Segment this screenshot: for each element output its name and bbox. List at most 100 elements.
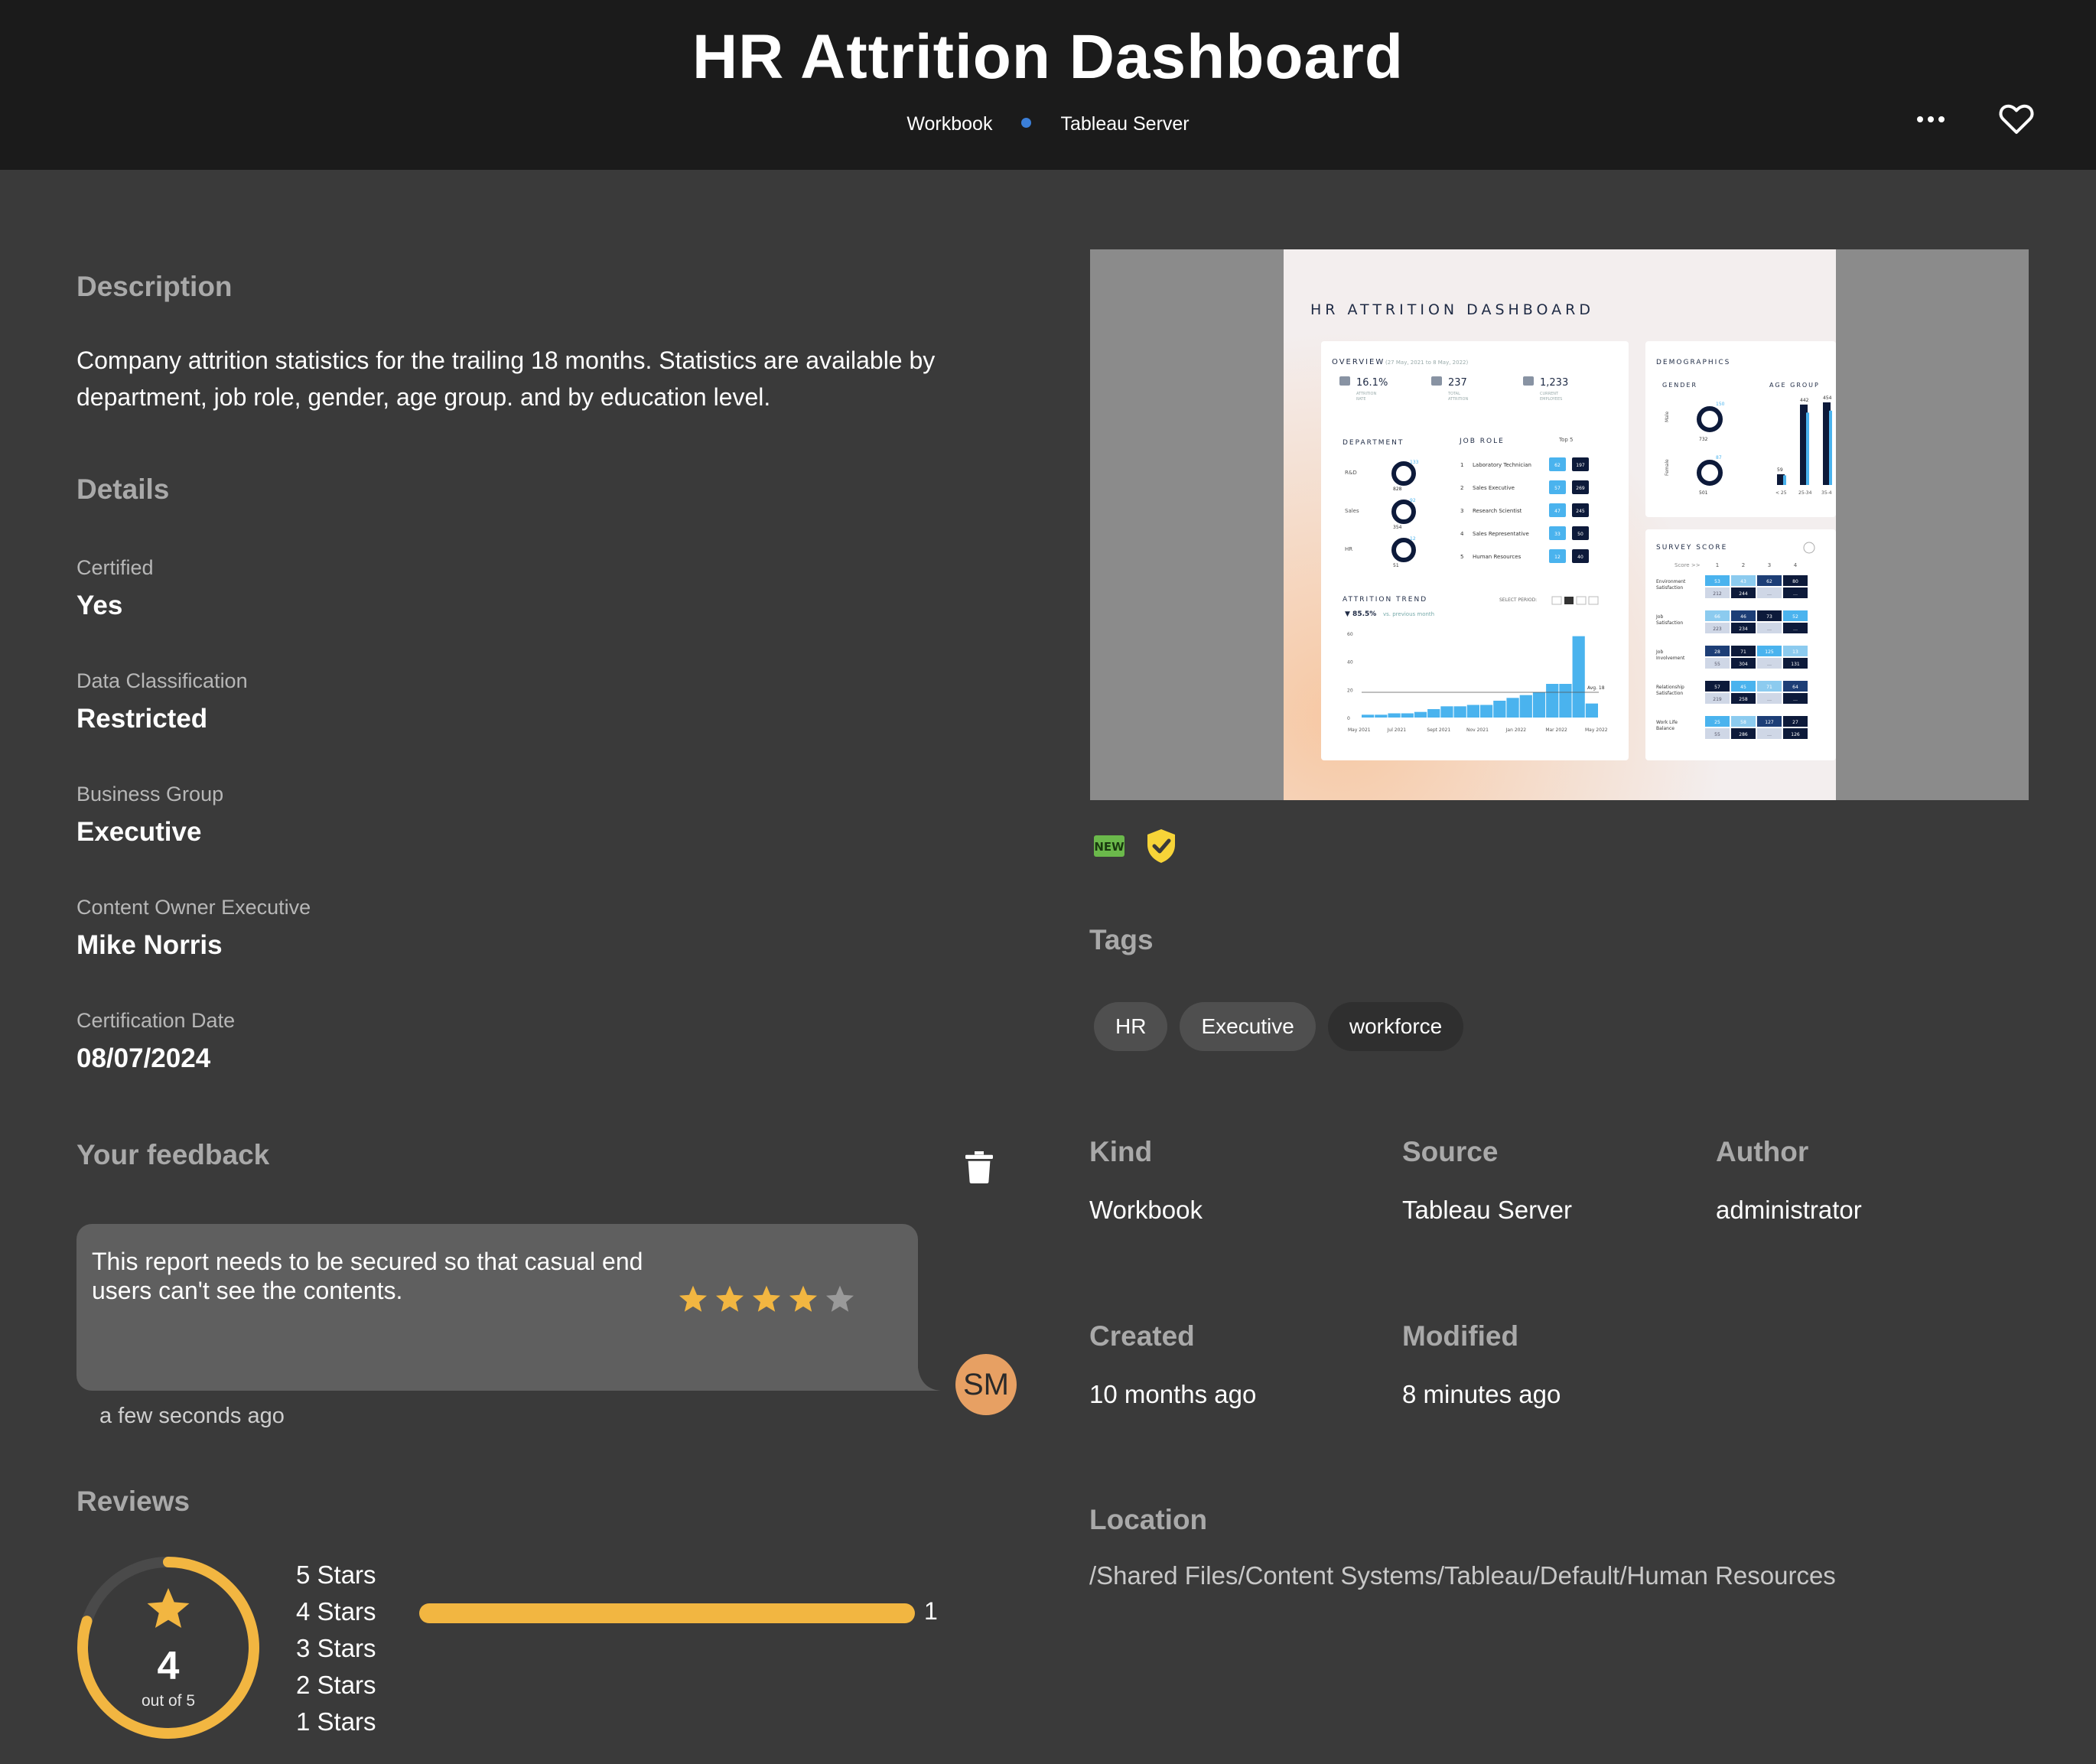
- user-avatar[interactable]: SM: [955, 1354, 1017, 1415]
- kpi-label: CURRENT: [1540, 392, 1559, 396]
- role-name: Sales Representative: [1473, 531, 1529, 537]
- tag-chip[interactable]: HR: [1094, 1002, 1168, 1051]
- trend-bar: [1375, 714, 1388, 718]
- trend-bar: [1506, 698, 1519, 718]
- survey-row-name: Job: [1655, 649, 1663, 655]
- average-rating-star-icon: [147, 1588, 190, 1628]
- role-rank: 3: [1460, 508, 1463, 514]
- preview-survey-scale: Score >>: [1675, 562, 1701, 568]
- certified-value: Yes: [76, 591, 123, 620]
- survey-cell-value: 286: [1739, 732, 1748, 737]
- survey-column: 2: [1742, 562, 1745, 568]
- gender-headcount: 732: [1699, 437, 1708, 442]
- department-attrition: 12: [1410, 536, 1416, 542]
- star-icon: [715, 1285, 744, 1312]
- trend-x-tick: Mar 2022: [1545, 727, 1567, 733]
- location-path-link[interactable]: /Shared Files/Content Systems/Tableau/De…: [1089, 1561, 1836, 1590]
- survey-cell-value: 45: [1740, 685, 1746, 690]
- department-headcount: 828: [1393, 487, 1402, 492]
- survey-row-name: Environment: [1656, 579, 1686, 584]
- trend-bar: [1453, 706, 1466, 718]
- trend-x-tick: May 2021: [1348, 727, 1371, 733]
- survey-cell-value: 13: [1792, 649, 1798, 655]
- gender-attrition: 87: [1716, 455, 1722, 461]
- business-group-label: Business Group: [76, 783, 224, 806]
- survey-cell-value: 223: [1713, 627, 1722, 632]
- preview-demographics-label: DEMOGRAPHICS: [1656, 359, 1730, 366]
- survey-row-name: Satisfaction: [1656, 620, 1683, 626]
- role-headcount-value: 50: [1577, 532, 1583, 537]
- more-options-icon[interactable]: [1912, 104, 1949, 135]
- survey-cell-value: 131: [1791, 662, 1800, 667]
- average-rating-scale: out of 5: [141, 1692, 196, 1710]
- preview-department-label: DEPARTMENT: [1343, 439, 1404, 447]
- age-label: 25-34: [1798, 490, 1812, 496]
- page-title: HR Attrition Dashboard: [692, 22, 1404, 92]
- survey-cell-value: 219: [1713, 697, 1722, 702]
- role-headcount-value: 197: [1576, 463, 1585, 468]
- trend-bar: [1440, 706, 1453, 718]
- age-value: 442: [1800, 398, 1809, 403]
- feedback-timestamp: a few seconds ago: [99, 1404, 285, 1428]
- preview-trend-change: ▼ 85.5%: [1345, 610, 1376, 618]
- kpi-label: TOTAL: [1447, 392, 1460, 396]
- role-attrition-value: 62: [1554, 463, 1561, 468]
- survey-cell-value: 73: [1766, 614, 1772, 620]
- role-headcount-value: 40: [1577, 555, 1583, 560]
- feedback-comment-bubble: This report needs to be secured so that …: [76, 1224, 918, 1391]
- survey-cell-value: 43: [1740, 579, 1746, 584]
- survey-cell-value: …: [1767, 627, 1772, 632]
- modified-heading: Modified: [1402, 1320, 1519, 1352]
- bubble-tail: [910, 1368, 941, 1391]
- feedback-line: This report needs to be secured so that …: [92, 1248, 643, 1275]
- content-owner-label: Content Owner Executive: [76, 896, 311, 919]
- survey-cell-value: 55: [1714, 662, 1720, 667]
- survey-cell-value: 244: [1739, 591, 1748, 597]
- feedback-line: users can't see the contents.: [92, 1277, 403, 1304]
- survey-cell-value: 304: [1739, 662, 1748, 667]
- workbook-thumbnail[interactable]: HR ATTRITION DASHBOARD OVERVIEW (27 May,…: [1090, 249, 2029, 800]
- role-rank: 5: [1460, 554, 1463, 560]
- survey-row-name: Involvement: [1656, 656, 1685, 661]
- details-heading: Details: [76, 474, 170, 505]
- kpi-icon: [1339, 376, 1350, 386]
- description-line: Company attrition statistics for the tra…: [76, 347, 936, 374]
- delete-trash-icon[interactable]: [965, 1151, 993, 1183]
- survey-column: 3: [1768, 562, 1771, 568]
- tag-list: HR Executive workforce: [1094, 1002, 1464, 1051]
- department-headcount: 354: [1393, 525, 1402, 530]
- survey-row-name: Work Life: [1656, 720, 1678, 725]
- survey-cell-value: 53: [1714, 579, 1720, 584]
- trend-bar: [1480, 705, 1493, 718]
- role-attrition-value: 47: [1554, 509, 1561, 514]
- certification-date-value: 08/07/2024: [76, 1043, 211, 1073]
- role-rank: 4: [1460, 531, 1464, 537]
- survey-cell-value: 126: [1791, 732, 1800, 737]
- trend-bar: [1414, 711, 1427, 718]
- role-name: Research Scientist: [1473, 508, 1522, 514]
- survey-cell-value: …: [1793, 627, 1798, 632]
- favorite-heart-icon[interactable]: [1998, 101, 2035, 135]
- tag-chip[interactable]: Executive: [1180, 1002, 1316, 1051]
- star-icon: [679, 1285, 708, 1312]
- preview-top5-label: Top 5: [1558, 437, 1574, 443]
- preview-survey-label: SURVEY SCORE: [1656, 544, 1727, 552]
- rating-4-label: 4 Stars: [296, 1597, 376, 1626]
- age-attrition-bar: [1783, 475, 1786, 485]
- trend-bar: [1493, 701, 1506, 718]
- source-value: Tableau Server: [1402, 1196, 1572, 1224]
- trend-x-tick: May 2022: [1585, 727, 1608, 733]
- survey-cell-value: 66: [1714, 614, 1720, 620]
- role-attrition-value: 57: [1554, 486, 1561, 491]
- preview-age-group-label: AGE GROUP: [1769, 382, 1820, 389]
- tag-chip[interactable]: workforce: [1327, 1002, 1464, 1051]
- department-attrition: 92: [1410, 498, 1416, 503]
- gender-attrition: 150: [1716, 402, 1725, 407]
- rating-1-label: 1 Stars: [296, 1707, 376, 1736]
- survey-cell-value: …: [1767, 697, 1772, 702]
- trend-x-tick: Jan 2022: [1505, 727, 1527, 733]
- role-attrition-value: 12: [1554, 555, 1561, 560]
- data-classification-label: Data Classification: [76, 669, 248, 692]
- kpi-label: ATTRITION: [1356, 392, 1376, 396]
- survey-cell-value: 125: [1765, 649, 1774, 655]
